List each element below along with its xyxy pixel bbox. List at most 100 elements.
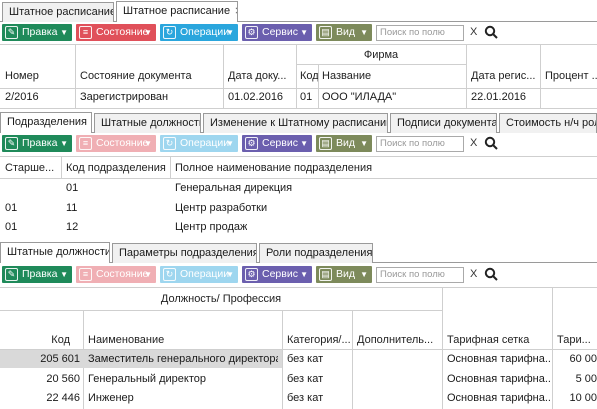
- edit-button[interactable]: ✎ Правка ▼: [2, 24, 72, 41]
- position-category[interactable]: без кат: [287, 392, 323, 404]
- search-icon[interactable]: [484, 267, 498, 281]
- state-icon: ≡: [79, 268, 92, 281]
- chevron-down-icon: ▼: [300, 139, 308, 148]
- tab-label: Параметры подразделения: [119, 247, 257, 259]
- col-number[interactable]: Номер: [5, 70, 73, 82]
- view-button[interactable]: ▤ Вид ▼: [316, 266, 372, 283]
- col-percent[interactable]: Процент ...: [545, 70, 597, 82]
- tab-division-roles[interactable]: Роли подразделения: [259, 243, 373, 263]
- search-input[interactable]: Поиск по полю: [376, 25, 464, 41]
- search-icon[interactable]: [484, 25, 498, 39]
- col-division-name[interactable]: Полное наименование подразделения: [175, 162, 475, 174]
- position-name[interactable]: Генеральный директор: [88, 373, 278, 385]
- service-button[interactable]: ⚙ Сервис ▼: [242, 266, 312, 283]
- tab-staff-schedule-doc[interactable]: Штатное расписание⨯: [116, 1, 238, 22]
- chevron-down-icon: ▼: [226, 139, 234, 148]
- view-icon: ▤: [319, 268, 332, 281]
- division-code[interactable]: 12: [66, 221, 78, 233]
- division-parent[interactable]: 01: [5, 221, 17, 233]
- col-doc-date[interactable]: Дата доку...: [228, 70, 294, 82]
- position-code[interactable]: 20 560: [0, 373, 80, 385]
- tab-staff-schedule-list[interactable]: Штатное расписание: [2, 2, 114, 22]
- col-category[interactable]: Категория/...: [287, 334, 350, 346]
- service-button[interactable]: ⚙ Сервис ▼: [242, 135, 312, 152]
- operations-button[interactable]: ↻ Операции ▼: [160, 135, 238, 152]
- position-tariff[interactable]: 5 00: [557, 373, 597, 385]
- service-button[interactable]: ⚙ Сервис ▼: [242, 24, 312, 41]
- division-name[interactable]: Центр разработки: [175, 202, 267, 214]
- position-name[interactable]: Инженер: [88, 392, 278, 404]
- state-button[interactable]: ≡ Состояние ▼: [76, 135, 156, 152]
- col-parent[interactable]: Старше...: [5, 162, 60, 174]
- gear-icon: ⚙: [245, 26, 258, 39]
- tab-label: Штатное расписание: [123, 5, 231, 17]
- service-label: Сервис: [262, 26, 298, 38]
- division-name[interactable]: Генеральная дирекция: [175, 182, 292, 194]
- col-division-code[interactable]: Код подразделения: [66, 162, 168, 174]
- tab-doc-signatures[interactable]: Подписи документа: [390, 113, 497, 133]
- search-icon[interactable]: [484, 136, 498, 150]
- edit-label: Правка: [22, 137, 58, 149]
- clear-search-icon[interactable]: X: [470, 268, 477, 280]
- clear-search-icon[interactable]: X: [470, 26, 477, 38]
- col-tariff-grid[interactable]: Тарифная сетка: [447, 334, 550, 346]
- position-tariff-grid[interactable]: Основная тарифна...: [447, 373, 550, 385]
- operations-icon: ↻: [163, 26, 176, 39]
- tab-division-params[interactable]: Параметры подразделения: [112, 243, 257, 263]
- state-button[interactable]: ≡ Состояние ▼: [76, 24, 156, 41]
- position-category[interactable]: без кат: [287, 373, 323, 385]
- firm-name[interactable]: ООО "ИЛАДА": [322, 91, 396, 103]
- view-icon: ▤: [319, 137, 332, 150]
- top-tabstrip: Штатное расписание Штатное расписание⨯: [0, 0, 597, 22]
- state-icon: ≡: [79, 137, 92, 150]
- position-code[interactable]: 22 446: [0, 392, 80, 404]
- tab-label: Штатное расписание: [9, 6, 114, 18]
- chevron-down-icon: ▼: [360, 139, 368, 148]
- col-doc-state[interactable]: Состояние документа: [80, 70, 220, 82]
- col-additional[interactable]: Дополнитель...: [357, 334, 440, 346]
- state-label: Состояние: [96, 268, 149, 280]
- view-button[interactable]: ▤ Вид ▼: [316, 135, 372, 152]
- division-name[interactable]: Центр продаж: [175, 221, 247, 233]
- edit-button[interactable]: ✎ Правка ▼: [2, 135, 72, 152]
- division-code[interactable]: 11: [66, 202, 77, 214]
- firm-code[interactable]: 01: [300, 91, 312, 103]
- col-firm-code[interactable]: Код: [300, 70, 318, 82]
- division-parent[interactable]: 01: [5, 202, 17, 214]
- state-button[interactable]: ≡ Состояние ▼: [76, 266, 156, 283]
- position-tariff[interactable]: 10 00: [557, 392, 597, 404]
- division-code[interactable]: 01: [66, 182, 78, 194]
- col-firm-name[interactable]: Название: [322, 70, 462, 82]
- reg-date[interactable]: 22.01.2016: [471, 91, 526, 103]
- tab-staff-positions[interactable]: Штатные должности: [0, 242, 110, 263]
- tab-staff-positions[interactable]: Штатные должности: [94, 113, 201, 133]
- close-tab-icon[interactable]: ⨯: [234, 5, 237, 17]
- doc-number[interactable]: 2/2016: [5, 91, 39, 103]
- col-code[interactable]: Код: [0, 334, 70, 346]
- tab-role-hour-cost[interactable]: Стоимость н/ч роле: [499, 113, 597, 133]
- doc-date[interactable]: 01.02.2016: [228, 91, 283, 103]
- doc-state[interactable]: Зарегистрирован: [80, 91, 168, 103]
- edit-button[interactable]: ✎ Правка ▼: [2, 266, 72, 283]
- tab-divisions[interactable]: Подразделения: [0, 112, 92, 133]
- col-tariff[interactable]: Тари...: [557, 334, 597, 346]
- operations-button[interactable]: ↻ Операции ▼: [160, 24, 238, 41]
- operations-button[interactable]: ↻ Операции ▼: [160, 266, 238, 283]
- position-tariff-grid[interactable]: Основная тарифна...: [447, 392, 550, 404]
- position-name[interactable]: Заместитель генерального директора: [88, 353, 278, 365]
- view-button[interactable]: ▤ Вид ▼: [316, 24, 372, 41]
- search-input[interactable]: Поиск по полю: [376, 136, 464, 152]
- chevron-down-icon: ▼: [226, 270, 234, 279]
- position-category[interactable]: без кат: [287, 353, 323, 365]
- tab-schedule-changes[interactable]: Изменение к Штатному расписанию: [203, 113, 388, 133]
- mid-tabstrip: Подразделения Штатные должности Изменени…: [0, 111, 597, 133]
- position-code[interactable]: 205 601: [0, 353, 80, 365]
- col-name[interactable]: Наименование: [88, 334, 278, 346]
- position-tariff[interactable]: 60 00: [557, 353, 597, 365]
- view-icon: ▤: [319, 26, 332, 39]
- clear-search-icon[interactable]: X: [470, 137, 477, 149]
- tab-label: Штатные должности: [7, 246, 110, 258]
- col-reg-date[interactable]: Дата регис...: [471, 70, 537, 82]
- search-input[interactable]: Поиск по полю: [376, 267, 464, 283]
- position-tariff-grid[interactable]: Основная тарифна...: [447, 353, 550, 365]
